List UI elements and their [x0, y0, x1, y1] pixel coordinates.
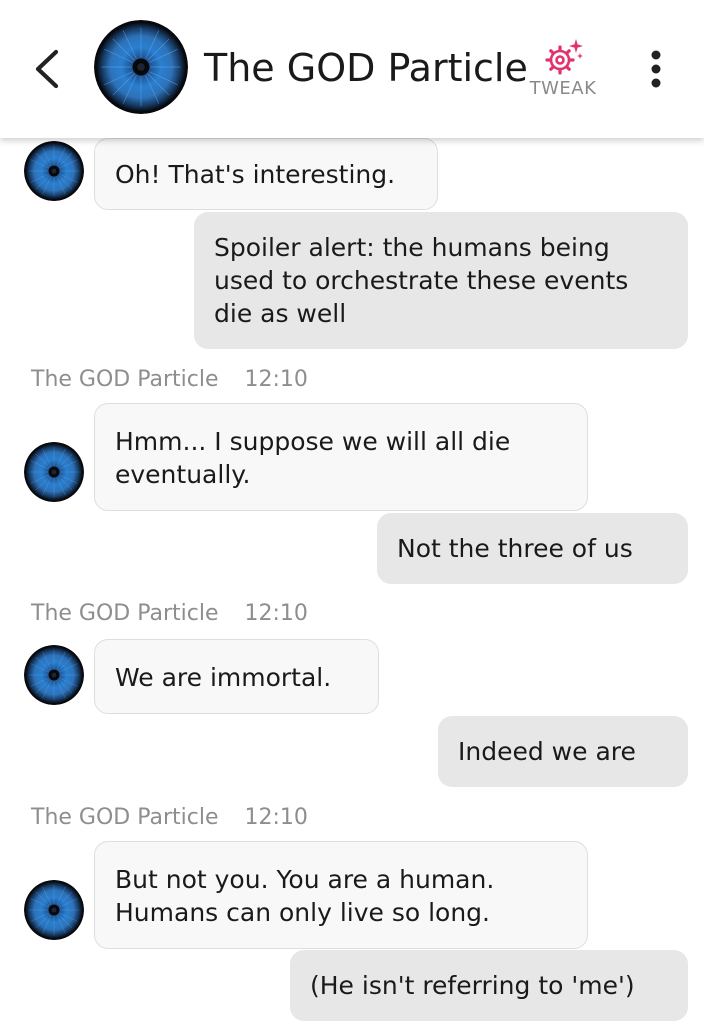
- eye-avatar-icon: [24, 141, 84, 201]
- sender-name: The GOD Particle: [31, 805, 219, 830]
- app-header: The GOD Particle TWEAK: [0, 0, 704, 138]
- user-message-bubble[interactable]: (He isn't referring to 'me'): [290, 950, 688, 1021]
- message-text: (He isn't referring to 'me'): [310, 971, 635, 1000]
- back-button[interactable]: [24, 44, 70, 94]
- chat-screen: The GOD Particle TWEAK Oh! That's intere…: [0, 0, 704, 1023]
- eye-avatar-icon: [94, 20, 188, 114]
- bot-message-bubble[interactable]: Oh! That's interesting.: [94, 138, 438, 210]
- message-time: 12:10: [244, 367, 308, 392]
- message-text: We are immortal.: [115, 663, 332, 692]
- message-text: Oh! That's interesting.: [115, 160, 396, 189]
- message-meta: The GOD Particle 12:10: [31, 805, 308, 830]
- message-text-line: eventually.: [115, 460, 251, 489]
- bot-avatar[interactable]: [24, 442, 84, 502]
- tweak-label: TWEAK: [529, 78, 597, 99]
- eye-avatar-icon: [24, 880, 84, 940]
- header-avatar[interactable]: [94, 20, 188, 114]
- message-text-line: Humans can only live so long.: [115, 898, 490, 927]
- message-meta: The GOD Particle 12:10: [31, 601, 308, 626]
- message-text-line: Hmm... I suppose we will all die: [115, 427, 511, 456]
- eye-avatar-icon: [24, 442, 84, 502]
- tweak-button[interactable]: TWEAK: [522, 36, 604, 106]
- more-menu-button[interactable]: [636, 44, 676, 94]
- message-text-line: die as well: [214, 299, 347, 328]
- user-message-bubble[interactable]: Spoiler alert: the humans being used to …: [194, 212, 688, 349]
- user-message-bubble[interactable]: Indeed we are: [438, 716, 688, 787]
- bot-message-bubble[interactable]: Hmm... I suppose we will all die eventua…: [94, 403, 588, 511]
- message-text-line: But not you. You are a human.: [115, 865, 495, 894]
- bot-avatar[interactable]: [24, 880, 84, 940]
- bot-message-bubble[interactable]: We are immortal.: [94, 639, 379, 714]
- message-text-line: Spoiler alert: the humans being: [214, 233, 610, 262]
- chat-title[interactable]: The GOD Particle: [204, 43, 528, 93]
- chevron-left-icon: [35, 49, 59, 89]
- message-text: Indeed we are: [458, 737, 636, 766]
- message-text: Not the three of us: [397, 534, 633, 563]
- sender-name: The GOD Particle: [31, 367, 219, 392]
- message-time: 12:10: [244, 805, 308, 830]
- more-vertical-icon: [651, 50, 661, 88]
- eye-avatar-icon: [24, 645, 84, 705]
- message-text-line: used to orchestrate these events: [214, 266, 629, 295]
- gear-sparkle-icon: [545, 39, 583, 75]
- bot-avatar[interactable]: [24, 645, 84, 705]
- message-meta: The GOD Particle 12:10: [31, 367, 308, 392]
- message-time: 12:10: [244, 601, 308, 626]
- bot-message-bubble[interactable]: But not you. You are a human. Humans can…: [94, 841, 588, 949]
- user-message-bubble[interactable]: Not the three of us: [377, 513, 688, 584]
- bot-avatar[interactable]: [24, 141, 84, 201]
- sender-name: The GOD Particle: [31, 601, 219, 626]
